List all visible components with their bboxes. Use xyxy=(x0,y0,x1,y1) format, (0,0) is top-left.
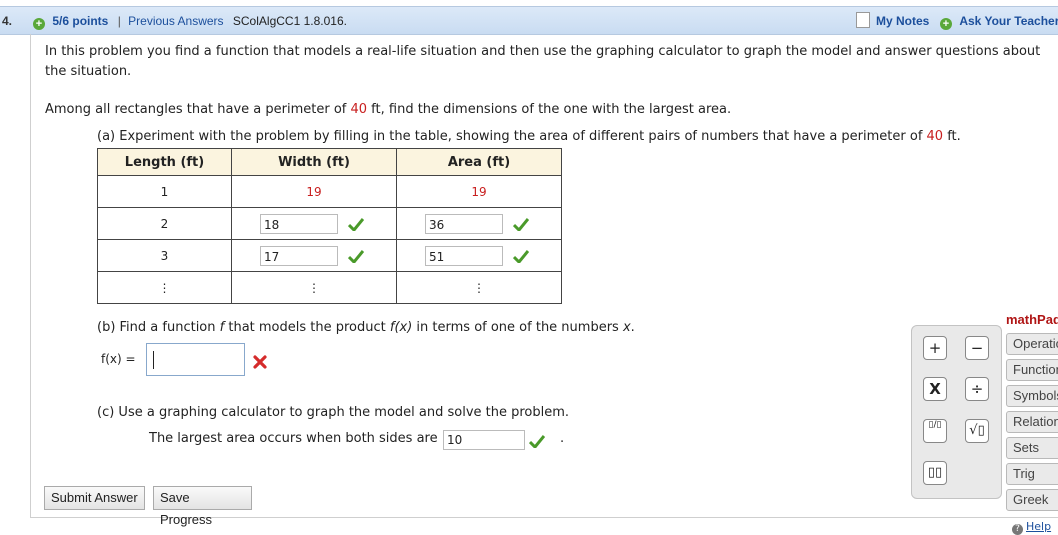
note-icon xyxy=(856,12,870,28)
tab-relations[interactable]: Relations xyxy=(1006,411,1058,433)
cell-length: 2 xyxy=(97,207,232,240)
tab-sets[interactable]: Sets xyxy=(1006,437,1058,459)
power-key[interactable]: ▯▯ xyxy=(923,461,947,485)
part-b-fx: f(x) xyxy=(389,320,413,335)
expand-plus-icon[interactable]: + xyxy=(33,18,45,30)
header-length: Length (ft) xyxy=(97,148,232,176)
width-answer-input[interactable]: 17 xyxy=(260,245,338,266)
intro-text: In this problem you find a function that… xyxy=(45,44,1041,79)
perimeter-value: 40 xyxy=(350,102,368,117)
part-a-instructions: (a) Experiment with the problem by filli… xyxy=(97,129,961,144)
tab-trig[interactable]: Trig xyxy=(1006,463,1058,485)
checkmark-icon xyxy=(512,217,530,232)
problem-statement: Among all rectangles that have a perimet… xyxy=(45,102,731,117)
table-header-row: Length (ft) Width (ft) Area (ft) xyxy=(97,148,562,176)
question-header-bar: 4. + 5/6 points | Previous Answers SColA… xyxy=(0,6,1058,35)
part-b-x: x xyxy=(622,320,631,335)
times-key[interactable]: X xyxy=(923,377,947,401)
table-row: 1 19 19 xyxy=(97,175,562,208)
part-b-text: . xyxy=(630,320,635,335)
points-group: + 5/6 points | Previous Answers SColAlgC… xyxy=(33,14,347,30)
largest-area-sentence: The largest area occurs when both sides … xyxy=(149,431,438,446)
checkmark-icon xyxy=(347,217,365,232)
side-length-input[interactable]: 10 xyxy=(443,430,525,450)
header-width: Width (ft) xyxy=(231,148,397,176)
table-row: 3 17 51 xyxy=(97,239,562,272)
my-notes-label: My Notes xyxy=(876,14,930,28)
problem-prefix: Among all rectangles that have a perimet… xyxy=(45,102,351,117)
cell-width: 17 xyxy=(231,239,397,272)
plus-icon: + xyxy=(940,18,952,30)
submit-answer-button[interactable]: Submit Answer xyxy=(44,486,145,510)
math-palette: + − X ÷ ▯/▯ √▯ ▯▯ xyxy=(911,325,1002,499)
separator: | xyxy=(117,14,121,28)
cell-area: 19 xyxy=(396,175,562,208)
plus-key[interactable]: + xyxy=(923,336,947,360)
help-icon: ? xyxy=(1012,524,1023,535)
part-b-instructions: (b) Find a function f that models the pr… xyxy=(97,320,635,335)
cell-length: 3 xyxy=(97,239,232,272)
minus-key[interactable]: − xyxy=(965,336,989,360)
part-b-text: (b) Find a function xyxy=(97,320,220,335)
ask-teacher-link[interactable]: + Ask Your Teacher xyxy=(940,14,1058,30)
save-progress-button[interactable]: Save Progress xyxy=(153,486,252,527)
question-number: 4. xyxy=(2,14,13,28)
mathpad-title: mathPad xyxy=(1006,312,1058,327)
my-notes-link[interactable]: My Notes xyxy=(856,12,929,28)
fx-answer-input[interactable] xyxy=(146,343,245,376)
sqrt-key[interactable]: √▯ xyxy=(965,419,989,443)
header-area: Area (ft) xyxy=(396,148,562,176)
fx-label: f(x) = xyxy=(101,352,136,366)
part-b-text: in terms of one of the numbers xyxy=(412,320,623,335)
ask-teacher-label: Ask Your Teacher xyxy=(959,14,1058,28)
text-caret xyxy=(153,351,154,369)
ellipsis-cell: ⋮ xyxy=(97,271,232,304)
part-a-suffix: ft. xyxy=(943,129,961,144)
cell-area: 51 xyxy=(396,239,562,272)
tab-symbols[interactable]: Symbols xyxy=(1006,385,1058,407)
part-a-perimeter: 40 xyxy=(926,129,944,144)
dimensions-table: Length (ft) Width (ft) Area (ft) 1 19 19… xyxy=(97,148,562,304)
checkmark-icon xyxy=(512,249,530,264)
tab-operations[interactable]: Operations xyxy=(1006,333,1058,355)
checkmark-icon xyxy=(347,249,365,264)
part-c-instructions: (c) Use a graphing calculator to graph t… xyxy=(97,405,570,420)
fraction-key[interactable]: ▯/▯ xyxy=(923,419,947,443)
area-answer-input[interactable]: 36 xyxy=(425,213,503,234)
table-row: ⋮ ⋮ ⋮ xyxy=(97,271,562,304)
divide-key[interactable]: ÷ xyxy=(965,377,989,401)
cell-area: 36 xyxy=(396,207,562,240)
sentence-period: . xyxy=(560,431,565,446)
problem-suffix: ft, find the dimensions of the one with … xyxy=(367,102,732,117)
cell-width: 19 xyxy=(231,175,397,208)
checkmark-icon xyxy=(528,433,546,452)
part-a-prefix: (a) Experiment with the problem by filli… xyxy=(97,129,927,144)
ellipsis-cell: ⋮ xyxy=(231,271,397,304)
cell-width: 18 xyxy=(231,207,397,240)
tab-functions[interactable]: Functions xyxy=(1006,359,1058,381)
previous-answers-link[interactable]: Previous Answers xyxy=(128,14,223,28)
points-link[interactable]: 5/6 points xyxy=(52,14,108,28)
ellipsis-cell: ⋮ xyxy=(396,271,562,304)
incorrect-x-icon xyxy=(252,354,268,374)
cell-length: 1 xyxy=(97,175,232,208)
tab-greek[interactable]: Greek xyxy=(1006,489,1058,511)
width-answer-input[interactable]: 18 xyxy=(260,213,338,234)
part-b-text: that models the product xyxy=(224,320,390,335)
area-answer-input[interactable]: 51 xyxy=(425,245,503,266)
table-row: 2 18 36 xyxy=(97,207,562,240)
problem-code: SColAlgCC1 1.8.016. xyxy=(232,14,347,28)
help-label: Help xyxy=(1026,520,1052,533)
